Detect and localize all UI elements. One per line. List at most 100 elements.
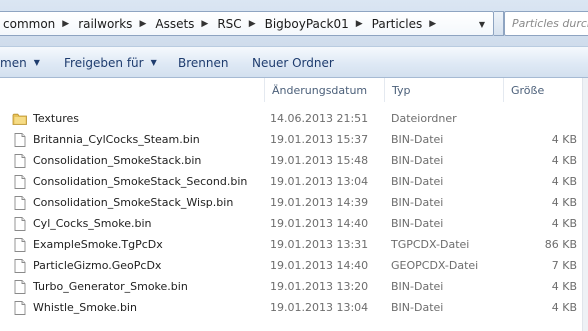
file-name: Britannia_CylCocks_Steam.bin bbox=[33, 133, 200, 146]
file-date: 19.01.2013 13:31 bbox=[270, 238, 369, 251]
file-icon bbox=[12, 237, 28, 253]
file-date: 19.01.2013 15:48 bbox=[270, 154, 369, 167]
file-row[interactable]: Consolidation_SmokeStack_Second.bin 19.01… bbox=[0, 171, 588, 192]
file-type: GEOPCDX-Datei bbox=[391, 259, 479, 272]
file-row[interactable]: Consolidation_SmokeStack.bin 19.01.2013 1… bbox=[0, 150, 588, 171]
column-header-label: Größe bbox=[511, 83, 545, 97]
file-name-cell: Consolidation_SmokeStack.bin bbox=[12, 150, 268, 171]
file-date: 19.01.2013 15:37 bbox=[270, 133, 369, 146]
file-row[interactable]: ParticleGizmo.GeoPcDx 19.01.2013 14:40 GEO… bbox=[0, 255, 588, 276]
chevron-down-icon: ▼ bbox=[33, 58, 40, 67]
breadcrumb-item-particles[interactable]: Particles ▶ bbox=[366, 12, 440, 35]
organize-label: men bbox=[0, 55, 27, 70]
column-header-date[interactable]: Änderungsdatum bbox=[265, 78, 385, 102]
burn-button[interactable]: Brennen bbox=[178, 47, 228, 78]
file-name: Cyl_Cocks_Smoke.bin bbox=[33, 217, 152, 230]
breadcrumb-label: Particles bbox=[371, 16, 423, 31]
file-type: BIN-Datei bbox=[391, 133, 444, 146]
file-date: 19.01.2013 13:20 bbox=[270, 280, 369, 293]
breadcrumb-label: common bbox=[3, 16, 56, 31]
breadcrumb-item-common[interactable]: common ▶ bbox=[0, 12, 72, 35]
file-name: ExampleSmoke.TgPcDx bbox=[33, 238, 163, 251]
file-date: 19.01.2013 13:04 bbox=[270, 175, 369, 188]
file-type: BIN-Datei bbox=[391, 175, 444, 188]
column-header-type[interactable]: Typ bbox=[385, 78, 504, 102]
file-size: 4 KB bbox=[551, 154, 577, 167]
file-name-cell: ParticleGizmo.GeoPcDx bbox=[12, 255, 268, 276]
file-name-cell: Turbo_Generator_Smoke.bin bbox=[12, 276, 268, 297]
file-icon bbox=[12, 195, 28, 211]
file-row[interactable]: Britannia_CylCocks_Steam.bin 19.01.2013 1… bbox=[0, 129, 588, 150]
breadcrumb-item-rsc[interactable]: RSC ▶ bbox=[211, 12, 258, 35]
file-name: Consolidation_SmokeStack_Second.bin bbox=[33, 175, 248, 188]
file-type: BIN-Datei bbox=[391, 217, 444, 230]
file-date: 19.01.2013 14:40 bbox=[270, 217, 369, 230]
file-size: 86 KB bbox=[544, 238, 577, 251]
chevron-right-icon[interactable]: ▶ bbox=[136, 19, 149, 29]
file-name-cell: Consolidation_SmokeStack_Second.bin bbox=[12, 171, 268, 192]
file-row[interactable]: Turbo_Generator_Smoke.bin 19.01.2013 13:2… bbox=[0, 276, 588, 297]
file-icon bbox=[12, 300, 28, 316]
chevron-right-icon[interactable]: ▶ bbox=[426, 19, 439, 29]
breadcrumb-item-railworks[interactable]: railworks ▶ bbox=[72, 12, 149, 35]
column-header-name[interactable] bbox=[0, 78, 265, 102]
file-name-cell: Cyl_Cocks_Smoke.bin bbox=[12, 213, 268, 234]
file-name-cell: Britannia_CylCocks_Steam.bin bbox=[12, 129, 268, 150]
share-button[interactable]: Freigeben für ▼ bbox=[64, 47, 157, 78]
address-bar-area: common ▶ railworks ▶ Assets ▶ RSC ▶ Bigb… bbox=[0, 0, 588, 46]
folder-icon bbox=[12, 111, 28, 127]
file-type: Dateiordner bbox=[391, 112, 457, 125]
file-name-cell: Textures bbox=[12, 108, 268, 129]
file-row[interactable]: Cyl_Cocks_Smoke.bin 19.01.2013 14:40 BIN-D… bbox=[0, 213, 588, 234]
file-icon bbox=[12, 174, 28, 190]
file-row[interactable]: Consolidation_SmokeStack_Wisp.bin 19.01.2… bbox=[0, 192, 588, 213]
file-icon bbox=[12, 132, 28, 148]
vertical-scrollbar[interactable] bbox=[582, 78, 588, 331]
file-type: BIN-Datei bbox=[391, 196, 444, 209]
file-row[interactable]: Whistle_Smoke.bin 19.01.2013 13:04 BIN-Dat… bbox=[0, 297, 588, 318]
search-input[interactable] bbox=[512, 17, 588, 30]
file-date: 14.06.2013 21:51 bbox=[270, 112, 369, 125]
search-box[interactable] bbox=[504, 11, 588, 36]
file-name: Whistle_Smoke.bin bbox=[33, 301, 137, 314]
file-size bbox=[503, 108, 577, 129]
address-bar[interactable]: common ▶ railworks ▶ Assets ▶ RSC ▶ Bigb… bbox=[0, 11, 494, 36]
file-date: 19.01.2013 13:04 bbox=[270, 301, 369, 314]
file-size: 4 KB bbox=[551, 133, 577, 146]
chevron-down-icon: ▼ bbox=[478, 19, 486, 29]
file-name-cell: ExampleSmoke.TgPcDx bbox=[12, 234, 268, 255]
file-name: ParticleGizmo.GeoPcDx bbox=[33, 259, 162, 272]
new-folder-label: Neuer Ordner bbox=[252, 55, 334, 70]
column-header-size[interactable]: Größe bbox=[504, 78, 588, 102]
breadcrumb-label: BigboyPack01 bbox=[264, 16, 349, 31]
file-size: 4 KB bbox=[551, 196, 577, 209]
chevron-right-icon[interactable]: ▶ bbox=[353, 19, 366, 29]
chevron-right-icon[interactable]: ▶ bbox=[198, 19, 211, 29]
share-label: Freigeben für bbox=[64, 55, 144, 70]
file-row[interactable]: ExampleSmoke.TgPcDx 19.01.2013 13:31 TGPCD… bbox=[0, 234, 588, 255]
address-history-dropdown[interactable]: ▼ bbox=[473, 15, 491, 33]
file-type: BIN-Datei bbox=[391, 280, 444, 293]
new-folder-button[interactable]: Neuer Ordner bbox=[252, 47, 334, 78]
breadcrumb-item-bigboypack01[interactable]: BigboyPack01 ▶ bbox=[259, 12, 366, 35]
file-row[interactable]: Textures 14.06.2013 21:51 Dateiordner bbox=[0, 108, 588, 129]
file-name-cell: Whistle_Smoke.bin bbox=[12, 297, 268, 318]
burn-label: Brennen bbox=[178, 55, 229, 70]
breadcrumb-item-assets[interactable]: Assets ▶ bbox=[149, 12, 211, 35]
file-name: Turbo_Generator_Smoke.bin bbox=[33, 280, 188, 293]
file-type: BIN-Datei bbox=[391, 154, 444, 167]
breadcrumb-label: railworks bbox=[78, 16, 133, 31]
command-bar: men ▼ Freigeben für ▼ Brennen Neuer Ordn… bbox=[0, 46, 588, 78]
chevron-right-icon[interactable]: ▶ bbox=[59, 19, 72, 29]
file-size: 4 KB bbox=[551, 217, 577, 230]
refresh-button[interactable] bbox=[494, 11, 504, 36]
file-name: Consolidation_SmokeStack_Wisp.bin bbox=[33, 196, 234, 209]
organize-button[interactable]: men ▼ bbox=[0, 47, 40, 78]
chevron-right-icon[interactable]: ▶ bbox=[246, 19, 259, 29]
chevron-down-icon: ▼ bbox=[150, 58, 157, 67]
breadcrumb-label: RSC bbox=[217, 16, 242, 31]
file-size: 4 KB bbox=[551, 175, 577, 188]
file-icon bbox=[12, 153, 28, 169]
column-header-label: Typ bbox=[392, 83, 411, 97]
column-header-label: Änderungsdatum bbox=[272, 83, 368, 97]
